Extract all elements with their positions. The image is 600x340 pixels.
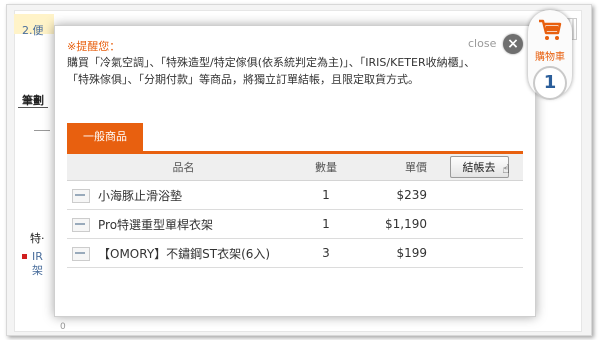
product-qty: 3 — [300, 238, 352, 268]
header-price: 單價 — [352, 154, 435, 181]
background-product-link-line2: 架 — [32, 264, 43, 277]
background-top-text: 2.便 — [22, 24, 44, 37]
product-price: $199 — [352, 238, 435, 268]
product-thumbnail[interactable] — [72, 189, 90, 203]
product-qty: 1 — [300, 209, 352, 239]
checkout-button-label: 結帳去 — [462, 161, 496, 174]
shopping-cart-icon — [539, 19, 562, 40]
cart-label: 購物車 — [535, 52, 565, 63]
tab-bar: 一般商品 — [67, 123, 523, 154]
close-link[interactable]: close — [468, 37, 496, 50]
background-product-link[interactable]: IR 架 — [22, 250, 43, 278]
table-row: 【OMORY】不鏽鋼ST衣架(6入) 3 $199 — [67, 238, 523, 268]
product-price: $239 — [352, 180, 435, 210]
header-qty: 數量 — [300, 154, 352, 181]
product-name-link[interactable]: 【OMORY】不鏽鋼ST衣架(6入) — [98, 247, 270, 261]
table-row: Pro特選重型單桿衣架 1 $1,190 — [67, 209, 523, 239]
background-product-link-line1: IR — [32, 250, 43, 263]
tab-general-products[interactable]: 一般商品 — [67, 123, 143, 151]
background-left-heading: 筆劃 — [22, 94, 44, 107]
close-icon[interactable]: × — [503, 34, 523, 54]
header-name: 品名 — [67, 154, 300, 181]
background-product-title: 特· — [30, 232, 45, 245]
cart-widget[interactable]: 購物車 1 — [528, 10, 572, 100]
checkout-button[interactable]: 結帳去 ☝ — [449, 156, 510, 178]
notice-title: 提醒您： — [67, 38, 120, 54]
product-qty: 1 — [300, 180, 352, 210]
cart-popup: 提醒您： 購買「冷氣空調」、「特殊造型/特定傢俱(依系統判定為主)」、「IRIS… — [54, 25, 536, 317]
product-thumbnail[interactable] — [72, 218, 90, 232]
cart-table: 品名 數量 單價 結帳去 ☝ 小海豚止滑浴墊 1 $239 Pro特選重型單桿衣… — [67, 154, 523, 268]
cart-count-badge: 1 — [533, 66, 567, 100]
product-name-link[interactable]: Pro特選重型單桿衣架 — [98, 218, 213, 232]
table-row: 小海豚止滑浴墊 1 $239 — [67, 180, 523, 210]
product-price: $1,190 — [352, 209, 435, 239]
background-bottom-text: 0 — [60, 322, 66, 332]
notice-body: 購買「冷氣空調」、「特殊造型/特定傢俱(依系統判定為主)」、「IRIS/KETE… — [67, 56, 476, 86]
product-name-link[interactable]: 小海豚止滑浴墊 — [98, 189, 182, 203]
header-action: 結帳去 ☝ — [435, 154, 523, 181]
table-header-row: 品名 數量 單價 結帳去 ☝ — [67, 154, 523, 181]
hand-cursor-icon: ☝ — [502, 162, 510, 176]
product-thumbnail[interactable] — [72, 247, 90, 261]
background-divider — [18, 107, 48, 108]
background-product-image — [34, 130, 50, 221]
